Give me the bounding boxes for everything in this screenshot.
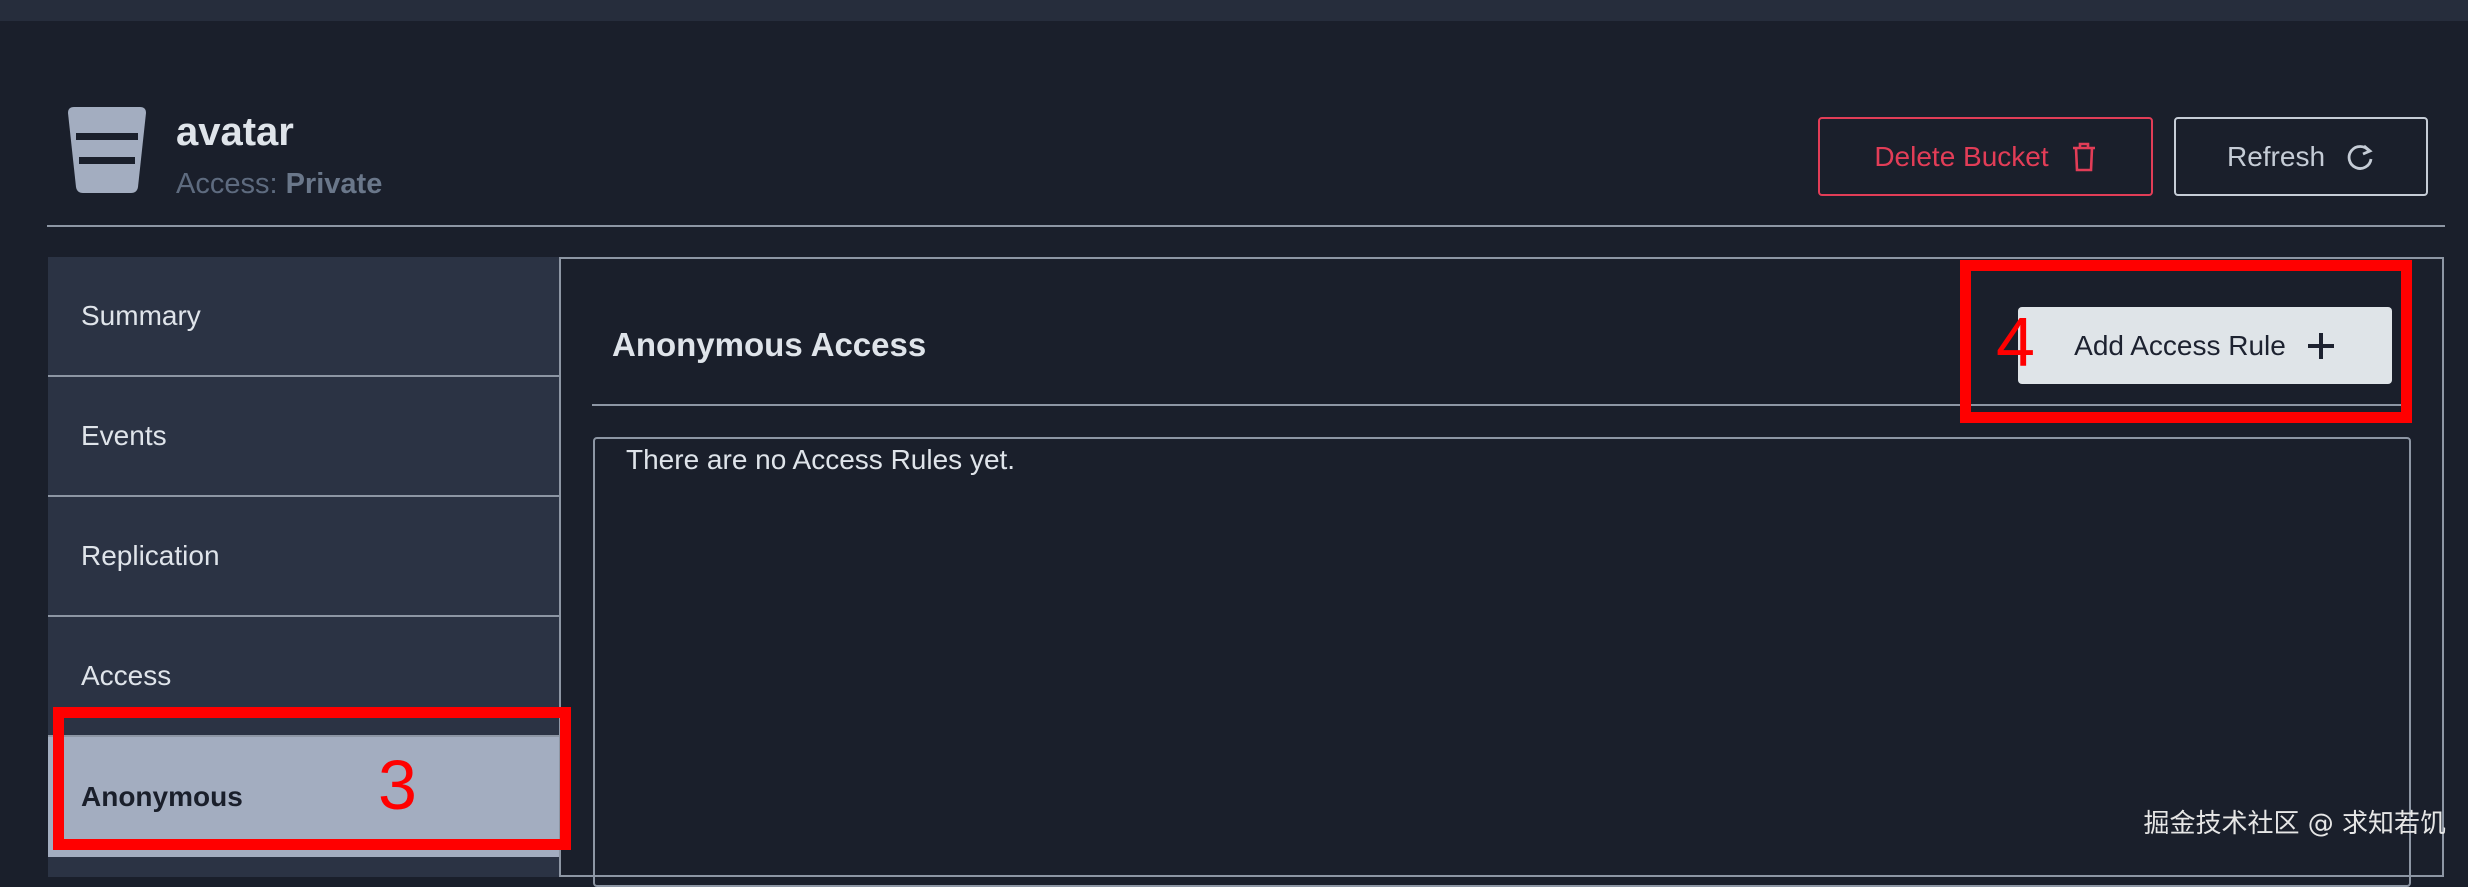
annotation-step-3: 3 [378,746,417,824]
delete-bucket-label: Delete Bucket [1874,140,2049,172]
empty-rules-message: There are no Access Rules yet. [626,444,1016,475]
sidebar-item-events[interactable]: Events [48,377,559,497]
bucket-icon [68,107,146,193]
refresh-label: Refresh [2226,140,2326,172]
annotation-highlight-3 [53,707,571,850]
refresh-button[interactable]: Refresh [2174,117,2428,196]
header-divider [47,225,2445,227]
sidebar-item-label: Summary [81,300,201,331]
page-title: Anonymous Access [612,326,927,363]
top-bar [0,0,2468,21]
access-label: Access: [176,168,278,200]
delete-bucket-button[interactable]: Delete Bucket [1818,117,2153,196]
sidebar-item-label: Events [81,420,167,451]
access-rules-list [593,437,2411,887]
sidebar-item-replication[interactable]: Replication [48,497,559,617]
sidebar-item-label: Replication [81,540,220,571]
sidebar-item-summary[interactable]: Summary [48,257,559,377]
watermark: 掘金技术社区 @ 求知若饥 [2143,809,2446,839]
refresh-icon [2347,144,2373,170]
bucket-name: avatar [176,110,294,154]
bucket-access-status: Access: Private [176,168,382,201]
annotation-step-4: 4 [1996,303,2035,381]
access-value: Private [285,168,383,200]
sidebar-item-label: Access [81,660,172,691]
trash-icon [2072,142,2095,171]
